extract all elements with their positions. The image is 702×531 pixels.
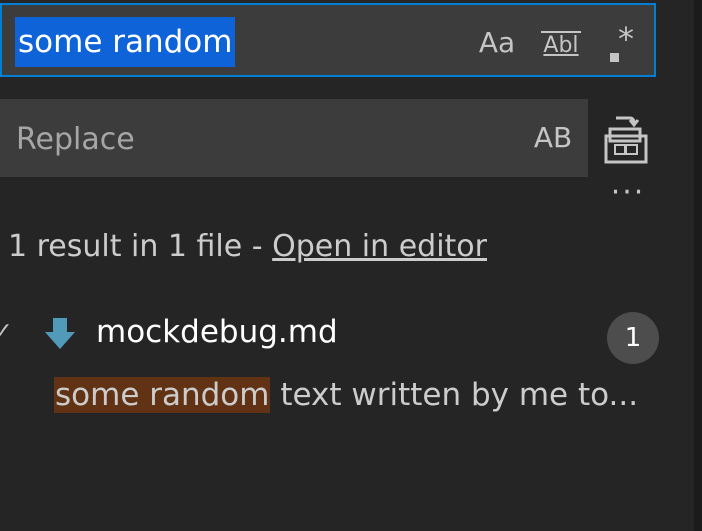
replace-all-glyph — [604, 116, 648, 164]
results-summary: 1 result in 1 file - Open in editor — [8, 224, 487, 270]
file-name: mockdebug.md — [96, 314, 338, 350]
panel-border — [694, 0, 702, 531]
replace-all-icon[interactable] — [602, 114, 650, 166]
use-regex-icon[interactable]: * — [600, 19, 650, 67]
whole-word-glyph: Abl — [541, 31, 581, 58]
search-view: some random Aa Abl * AB ··· 1 result in … — [0, 0, 702, 531]
preserve-case-icon[interactable]: AB — [524, 113, 582, 163]
match-whole-word-icon[interactable]: Abl — [534, 19, 588, 67]
results-summary-text: 1 result in 1 file - — [8, 229, 273, 264]
expand-chevron-icon[interactable]: ✓ — [0, 314, 14, 350]
search-input[interactable]: some random Aa Abl * — [0, 3, 656, 77]
match-count-badge: 1 — [607, 312, 659, 364]
match-highlight: some random — [54, 377, 271, 413]
match-context: text written by me to... — [270, 377, 639, 413]
search-query-selection[interactable]: some random — [15, 17, 236, 67]
file-result-row[interactable]: ✓ mockdebug.md 1 — [0, 308, 694, 364]
markdown-file-icon — [44, 316, 76, 350]
markdown-arrow-glyph — [45, 318, 75, 349]
regex-star: * — [618, 20, 634, 58]
match-result-row[interactable]: some random text written by me to... — [54, 370, 638, 420]
replace-field[interactable]: AB — [0, 99, 588, 177]
replace-input[interactable] — [14, 113, 498, 165]
open-in-editor-link[interactable]: Open in editor — [272, 229, 487, 264]
match-case-icon[interactable]: Aa — [472, 19, 522, 67]
more-actions-icon[interactable]: ··· — [606, 178, 650, 212]
